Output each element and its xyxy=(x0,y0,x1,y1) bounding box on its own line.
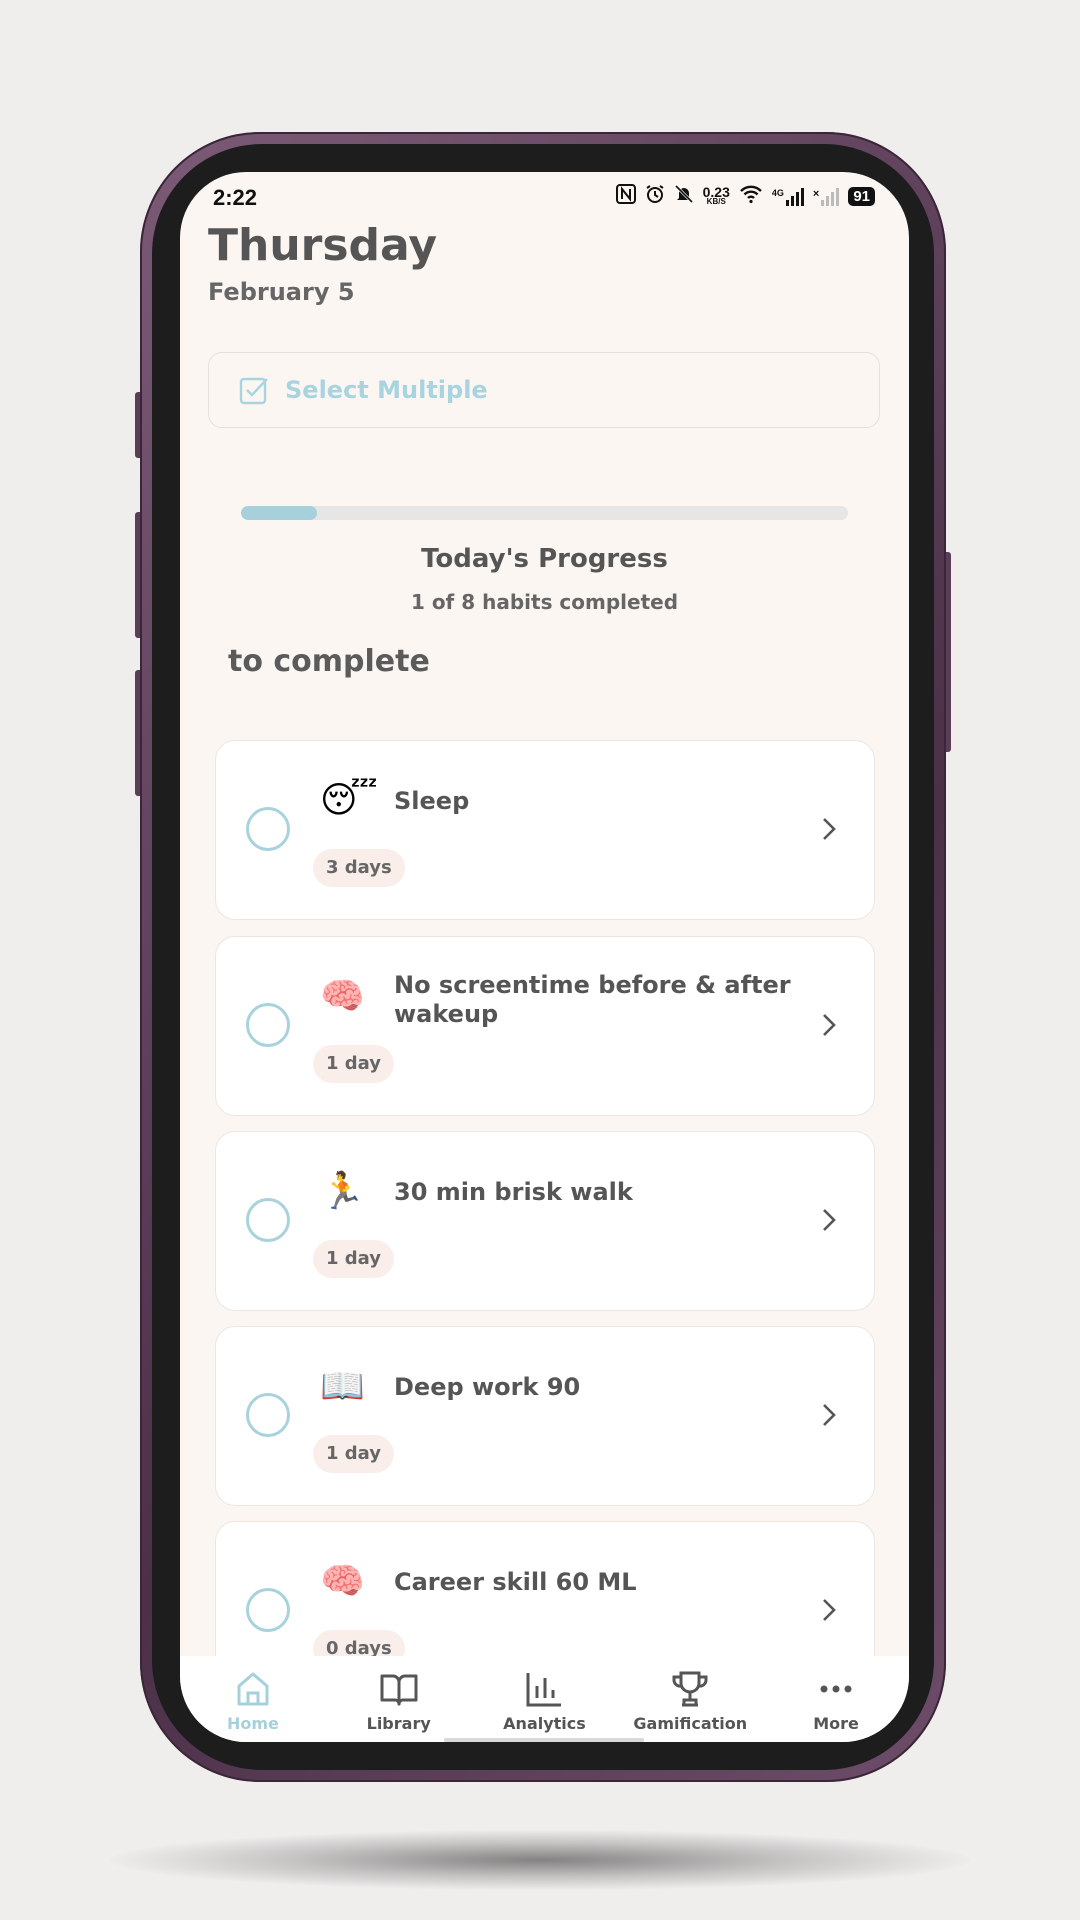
status-time: 2:22 xyxy=(213,185,258,210)
progress-subtitle: 1 of 8 habits completed xyxy=(410,590,679,614)
section-title: to complete xyxy=(228,644,430,679)
select-multiple-label: Select Multiple xyxy=(285,376,488,404)
battery-indicator: 91 xyxy=(848,187,875,206)
habit-card[interactable]: 📖 Deep work 90 1 day xyxy=(215,1326,875,1506)
habit-emoji-icon: 🧠 xyxy=(320,1561,365,1602)
mute-bell-icon xyxy=(674,184,694,209)
select-multiple-button[interactable]: Select Multiple xyxy=(208,352,880,428)
nav-gamification[interactable]: Gamification xyxy=(617,1656,763,1742)
cell-signal-icon: 4G xyxy=(771,187,804,206)
nav-analytics[interactable]: Analytics xyxy=(472,1656,618,1742)
habit-name: Career skill 60 ML xyxy=(394,1568,637,1596)
habit-emoji-icon: 😴 xyxy=(320,780,378,821)
progress-title: Today's Progress xyxy=(421,544,668,574)
chevron-right-icon[interactable] xyxy=(822,1208,836,1232)
habit-streak-badge: 1 day xyxy=(313,1435,395,1473)
page-title-day: Thursday xyxy=(208,220,438,271)
nav-more-label: More xyxy=(813,1714,859,1733)
status-bar: 2:22 0.23 KB/S 4G × 91 xyxy=(180,172,909,222)
phone-shadow xyxy=(110,1830,970,1890)
habit-checkbox[interactable] xyxy=(246,1003,290,1047)
habit-name: No screentime before & after wakeup xyxy=(394,971,791,1028)
wifi-icon xyxy=(739,184,763,209)
nav-home-label: Home xyxy=(226,1714,279,1733)
habit-checkbox[interactable] xyxy=(246,1198,290,1242)
chevron-right-icon[interactable] xyxy=(822,1598,836,1622)
app-screen: 2:22 0.23 KB/S 4G × 91 Thursday February… xyxy=(180,172,909,1742)
nav-gamification-label: Gamification xyxy=(633,1714,748,1733)
nav-home[interactable]: Home xyxy=(180,1656,326,1742)
habit-streak-badge: 1 day xyxy=(313,1240,395,1278)
net-speed-unit: KB/S xyxy=(706,196,726,206)
home-indicator[interactable] xyxy=(444,1738,644,1742)
chevron-right-icon[interactable] xyxy=(822,1403,836,1427)
progress-bar-fill xyxy=(241,506,317,520)
habit-emoji-icon: 🏃 xyxy=(320,1171,365,1212)
cell-signal-2-icon: × xyxy=(813,187,840,206)
status-icons: 0.23 KB/S 4G × 91 xyxy=(615,183,875,209)
habit-checkbox[interactable] xyxy=(246,1588,290,1632)
habit-checkbox[interactable] xyxy=(246,1393,290,1437)
progress-bar xyxy=(241,506,848,520)
nfc-icon xyxy=(615,184,636,209)
nav-more[interactable]: More xyxy=(763,1656,909,1742)
home-icon xyxy=(237,1672,269,1706)
book-icon xyxy=(380,1674,418,1706)
habit-emoji-icon: 📖 xyxy=(320,1366,365,1407)
habit-checkbox[interactable] xyxy=(246,807,290,851)
habit-card[interactable]: 🧠 No screentime before & after wakeup 1 … xyxy=(215,936,875,1116)
chevron-right-icon[interactable] xyxy=(822,817,836,841)
habit-name: 30 min brisk walk xyxy=(394,1178,633,1206)
nav-library-label: Library xyxy=(366,1714,431,1733)
more-icon xyxy=(820,1685,852,1693)
habit-name: Deep work 90 xyxy=(394,1373,581,1401)
bottom-nav: Home Library Analytics Gamification More xyxy=(180,1656,909,1742)
bar-chart-icon xyxy=(526,1673,562,1707)
trophy-icon xyxy=(672,1671,708,1707)
net-speed: 0.23 KB/S xyxy=(702,183,730,207)
habit-streak-badge: 3 days xyxy=(313,849,405,887)
chevron-right-icon[interactable] xyxy=(822,1013,836,1037)
checkbox-icon xyxy=(239,377,268,405)
habit-emoji-icon: 🧠 xyxy=(320,976,365,1017)
alarm-icon xyxy=(645,184,665,209)
nav-analytics-label: Analytics xyxy=(503,1714,586,1733)
net-type: 4G xyxy=(771,187,784,198)
habit-card[interactable]: 🏃 30 min brisk walk 1 day xyxy=(215,1131,875,1311)
page-subtitle-date: February 5 xyxy=(208,278,355,306)
habit-streak-badge: 1 day xyxy=(313,1045,395,1083)
habit-name: Sleep xyxy=(394,787,470,815)
net-speed-value: 0.23 xyxy=(702,183,730,200)
habit-card[interactable]: 😴 Sleep 3 days xyxy=(215,740,875,920)
nav-library[interactable]: Library xyxy=(326,1656,472,1742)
